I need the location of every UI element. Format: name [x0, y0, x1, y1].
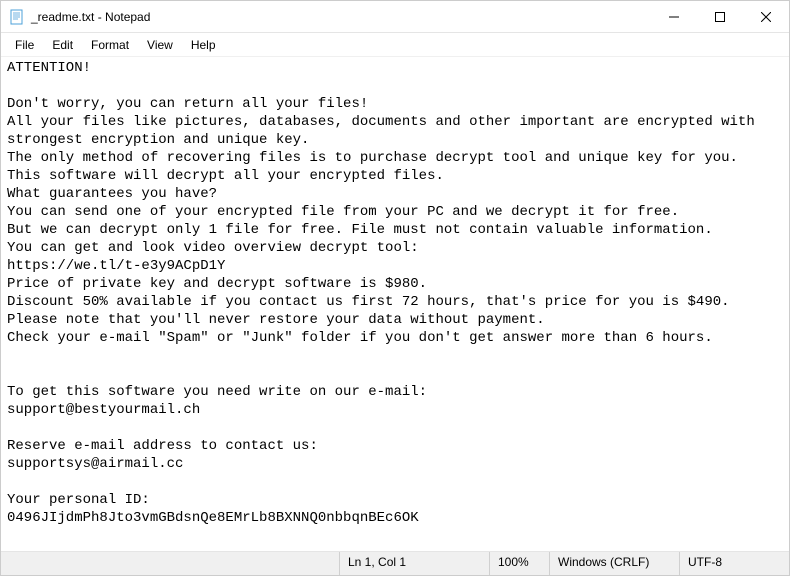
menu-help[interactable]: Help	[183, 35, 224, 55]
menu-format[interactable]: Format	[83, 35, 137, 55]
menu-file[interactable]: File	[7, 35, 42, 55]
window-controls	[651, 1, 789, 32]
status-zoom: 100%	[489, 552, 549, 575]
maximize-button[interactable]	[697, 1, 743, 32]
close-button[interactable]	[743, 1, 789, 32]
text-area[interactable]: ATTENTION! Don't worry, you can return a…	[1, 57, 789, 551]
titlebar-left: _readme.txt - Notepad	[1, 9, 150, 25]
statusbar: Ln 1, Col 1 100% Windows (CRLF) UTF-8	[1, 551, 789, 575]
window-title: _readme.txt - Notepad	[31, 10, 150, 24]
status-spacer	[1, 552, 339, 575]
menu-view[interactable]: View	[139, 35, 181, 55]
menubar: File Edit Format View Help	[1, 33, 789, 57]
status-eol: Windows (CRLF)	[549, 552, 679, 575]
notepad-window: _readme.txt - Notepad File Edit Format V…	[0, 0, 790, 576]
notepad-icon	[9, 9, 25, 25]
minimize-button[interactable]	[651, 1, 697, 32]
status-encoding: UTF-8	[679, 552, 789, 575]
menu-edit[interactable]: Edit	[44, 35, 81, 55]
titlebar: _readme.txt - Notepad	[1, 1, 789, 33]
status-position: Ln 1, Col 1	[339, 552, 489, 575]
